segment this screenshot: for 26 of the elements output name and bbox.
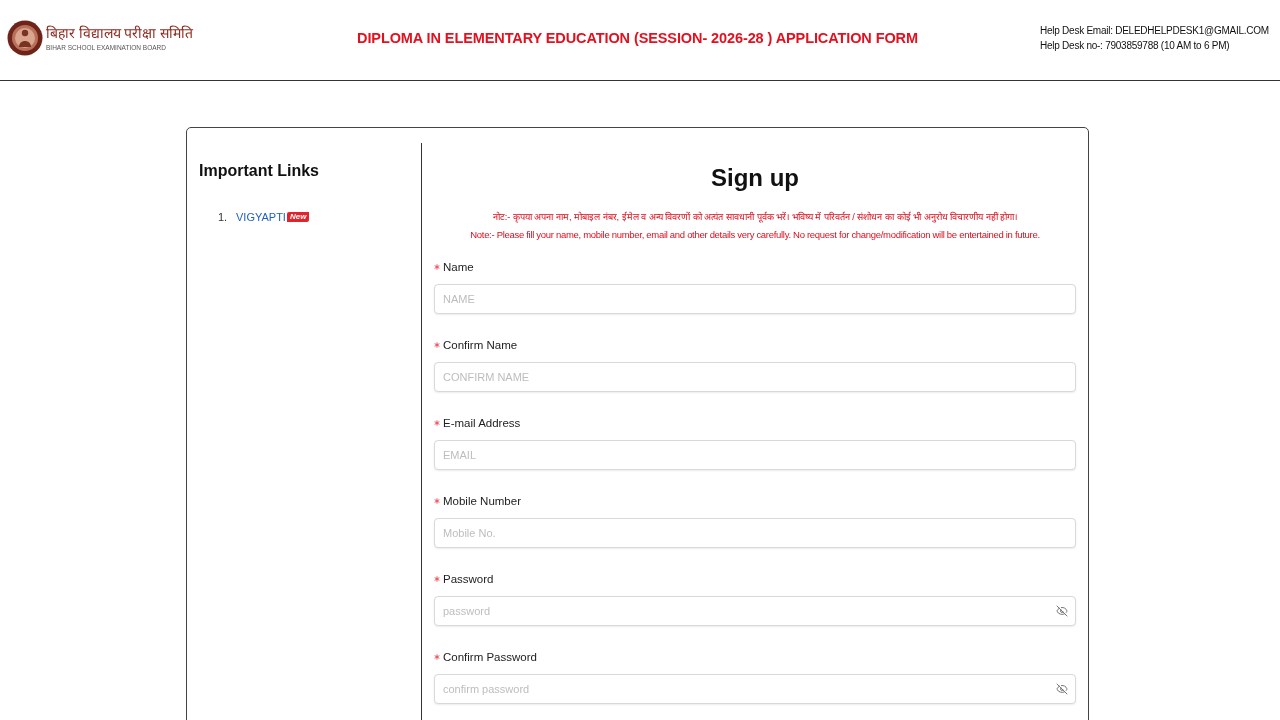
field-label: Name <box>443 260 474 275</box>
eye-slash-icon[interactable] <box>1056 605 1068 617</box>
password-input[interactable]: confirm password <box>434 674 1076 704</box>
field-label: Mobile Number <box>443 494 521 509</box>
board-name: बिहार विद्यालय परीक्षा समिति <box>46 24 193 42</box>
field-label: E-mail Address <box>443 416 521 431</box>
text-input[interactable]: CONFIRM NAME <box>434 362 1076 392</box>
text-input[interactable]: NAME <box>434 284 1076 314</box>
eye-slash-icon[interactable] <box>1056 683 1068 695</box>
text-input[interactable]: Mobile No. <box>434 518 1076 548</box>
page-title: DIPLOMA IN ELEMENTARY EDUCATION (SESSION- 2026-28 ) APPLICATION FORM <box>357 30 918 46</box>
password-input[interactable]: password <box>434 596 1076 626</box>
note-text: Note:- Please fill your name, mobile number, email and other details very carefully. No request for change/modification will be entertained in future. <box>469 228 1041 242</box>
field-label: Confirm Name <box>443 338 518 353</box>
help-desk-text: Help Desk no-: 7903859788 (10 AM to 6 PM) <box>1040 39 1230 53</box>
field-label: Confirm Password <box>443 650 537 665</box>
new-tag: New <box>286 212 310 222</box>
list-number: 1. <box>218 210 229 224</box>
text-input[interactable]: EMAIL <box>434 440 1076 470</box>
emblem-icon <box>7 20 43 56</box>
sidebar-heading: Important Links <box>199 161 320 181</box>
help-desk-text: Help Desk Email: DELEDHELPDESK1@GMAIL.COM <box>1040 24 1269 38</box>
note-text: नोट:- कृपया अपना नाम, मोबाइल नंबर, ईमेल व अन्य विवरणों को अत्यंत सावधानी पूर्वक भरें। भविष्य में परिवर्तन / संशोधन का कोई भी अनुरोध विचारणीय नहीं होगा। <box>491 210 1019 225</box>
sidebar-link[interactable]: VIGYAPTI <box>236 210 286 224</box>
field-label: Password <box>443 572 494 587</box>
form-title: Sign up <box>710 164 800 192</box>
